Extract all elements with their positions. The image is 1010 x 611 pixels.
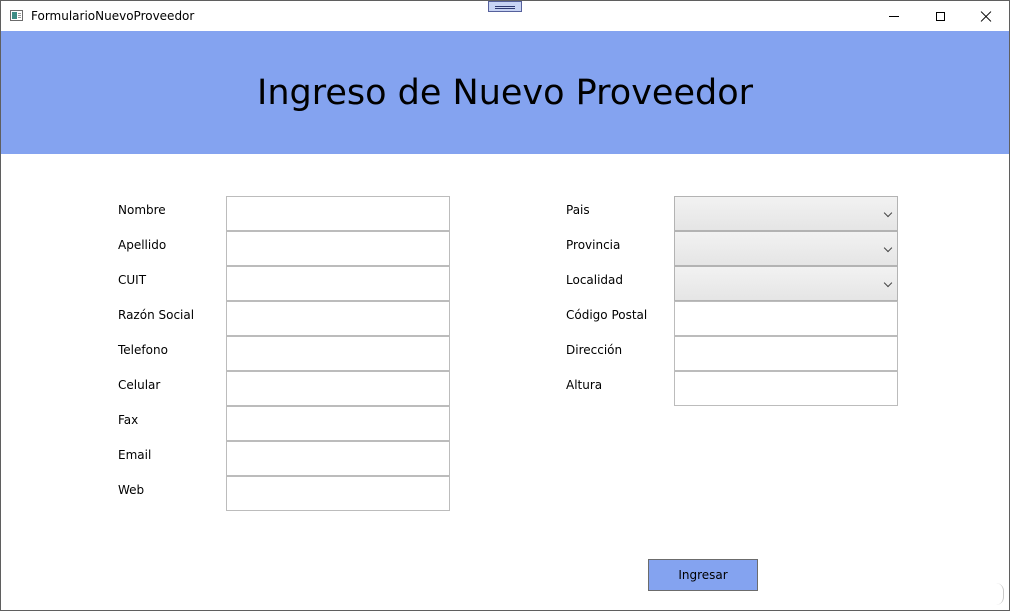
localidad-label: Localidad xyxy=(566,273,624,287)
direccion-label: Dirección xyxy=(566,343,623,357)
telefono-label: Telefono xyxy=(118,343,168,357)
close-icon xyxy=(980,10,992,22)
direccion-input[interactable] xyxy=(674,336,898,371)
resize-grip-icon[interactable] xyxy=(997,583,1007,607)
fax-input[interactable] xyxy=(226,406,450,441)
cuit-input[interactable] xyxy=(226,266,450,301)
codigo-postal-label: Código Postal xyxy=(566,308,648,322)
web-input[interactable] xyxy=(226,476,450,511)
chevron-down-icon xyxy=(883,278,893,288)
razon-social-input[interactable] xyxy=(226,301,450,336)
header-band: Ingreso de Nuevo Proveedor xyxy=(1,31,1009,154)
nombre-label: Nombre xyxy=(118,203,166,217)
web-label: Web xyxy=(118,483,145,497)
minimize-icon xyxy=(889,15,899,17)
localidad-select[interactable] xyxy=(674,266,898,301)
celular-label: Celular xyxy=(118,378,161,392)
form-app-icon xyxy=(10,10,23,21)
razon-social-label: Razón Social xyxy=(118,308,195,322)
provincia-select[interactable] xyxy=(674,231,898,266)
ingresar-button[interactable]: Ingresar xyxy=(648,559,758,591)
app-window: FormularioNuevoProveedor Ingreso de Nuev… xyxy=(0,0,1010,611)
email-label: Email xyxy=(118,448,152,462)
page-title: Ingreso de Nuevo Proveedor xyxy=(257,72,753,113)
altura-label: Altura xyxy=(566,378,603,392)
provincia-label: Provincia xyxy=(566,238,621,252)
close-button[interactable] xyxy=(963,1,1009,31)
telefono-input[interactable] xyxy=(226,336,450,371)
altura-input[interactable] xyxy=(674,371,898,406)
minimize-button[interactable] xyxy=(871,1,917,31)
fax-label: Fax xyxy=(118,413,139,427)
apellido-input[interactable] xyxy=(226,231,450,266)
maximize-icon xyxy=(935,11,945,21)
drag-handle-icon[interactable] xyxy=(488,1,522,12)
nombre-input[interactable] xyxy=(226,196,450,231)
codigo-postal-input[interactable] xyxy=(674,301,898,336)
title-bar[interactable]: FormularioNuevoProveedor xyxy=(1,1,1009,31)
window-title: FormularioNuevoProveedor xyxy=(31,9,195,23)
cuit-label: CUIT xyxy=(118,273,147,287)
apellido-label: Apellido xyxy=(118,238,167,252)
email-input[interactable] xyxy=(226,441,450,476)
chevron-down-icon xyxy=(883,243,893,253)
pais-label: Pais xyxy=(566,203,590,217)
chevron-down-icon xyxy=(883,208,893,218)
pais-select[interactable] xyxy=(674,196,898,231)
maximize-button[interactable] xyxy=(917,1,963,31)
celular-input[interactable] xyxy=(226,371,450,406)
